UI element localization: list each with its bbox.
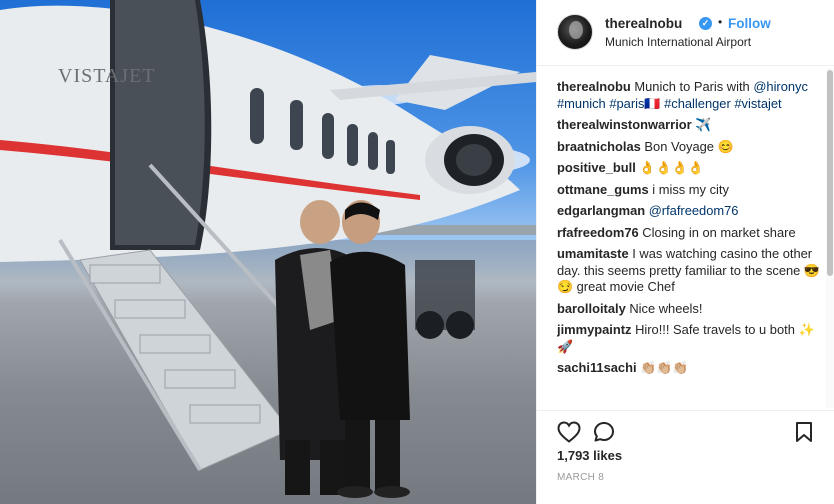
post-header: therealnobu ✓ • Follow Munich Internatio… (537, 0, 834, 66)
comment-item: edgarlangman @rfafreedom76 (557, 203, 827, 220)
comment-icon[interactable] (593, 421, 615, 446)
comment-item: rfafreedom76 Closing in on market share (557, 225, 827, 242)
heart-icon-svg (557, 421, 581, 443)
comment-item: ottmane_gums i miss my city (557, 182, 827, 199)
avatar[interactable] (557, 14, 593, 50)
comment-item: braatnicholas Bon Voyage 😊 (557, 139, 827, 156)
hashtag-paris[interactable]: #paris🇫🇷 (609, 96, 660, 111)
scrollbar-thumb[interactable] (827, 70, 833, 276)
verified-icon: ✓ (699, 17, 712, 30)
comment-text: ✈️ (695, 117, 712, 132)
caption: therealnobu Munich to Paris with @hirony… (557, 79, 827, 112)
location-link[interactable]: Munich International Airport (605, 35, 751, 49)
comment-username[interactable]: rfafreedom76 (557, 225, 639, 240)
comment-icon-svg (594, 422, 614, 442)
comments-scrollbar[interactable] (826, 68, 834, 408)
comment-text: Bon Voyage 😊 (644, 138, 734, 154)
comment-username[interactable]: ottmane_gums (557, 182, 649, 197)
jet-photo-illustration: VISTAJET (0, 0, 536, 504)
comment-text: Closing in on market share (642, 224, 796, 240)
caption-text: Munich to Paris with (634, 79, 750, 94)
comment-username[interactable]: braatnicholas (557, 139, 641, 154)
heart-icon[interactable] (557, 421, 581, 446)
comment-username[interactable]: barolloitaly (557, 301, 626, 316)
comment-text: 👌👌👌👌 (639, 160, 704, 175)
comment-username[interactable]: positive_bull (557, 160, 636, 175)
hashtag-challenger[interactable]: #challenger (664, 96, 731, 111)
separator-dot: • (718, 15, 723, 29)
comment-text: 👏🏼👏🏼👏🏼 (640, 360, 689, 375)
comment-text: Nice wheels! (629, 300, 703, 316)
likes-count[interactable]: 1,793 likes (557, 448, 622, 463)
post-side-panel: therealnobu ✓ • Follow Munich Internatio… (536, 0, 834, 504)
mention-link[interactable]: @hironyc (753, 79, 808, 94)
bookmark-icon-svg (796, 422, 812, 442)
comment-username[interactable]: umamitaste (557, 246, 629, 261)
instagram-post: VISTAJET therealnobu ✓ • Follow Munich I… (0, 0, 834, 504)
comment-username[interactable]: therealwinstonwarrior (557, 117, 692, 132)
follow-button[interactable]: Follow (728, 16, 771, 31)
comment-item: positive_bull 👌👌👌👌 (557, 160, 827, 177)
post-date: MARCH 8 (557, 472, 605, 483)
post-author-username[interactable]: therealnobu (605, 16, 682, 31)
comment-item: therealwinstonwarrior ✈️ (557, 117, 827, 134)
comment-username[interactable]: sachi11sachi (557, 360, 637, 375)
caption-username[interactable]: therealnobu (557, 79, 631, 94)
comment-item: barolloitaly Nice wheels! (557, 301, 827, 318)
post-actions: 1,793 likes MARCH 8 (537, 410, 834, 504)
comment-item: jimmypaintz Hiro!!! Safe travels to u bo… (557, 322, 827, 355)
comment-item: sachi11sachi 👏🏼👏🏼👏🏼 (557, 360, 827, 377)
comment-text: i miss my city (652, 181, 729, 197)
comments-list[interactable]: therealnobu Munich to Paris with @hirony… (557, 79, 827, 409)
comment-item: umamitaste I was watching casino the oth… (557, 246, 827, 296)
bookmark-icon[interactable] (795, 421, 813, 446)
post-photo[interactable]: VISTAJET (0, 0, 536, 504)
comment-mention-link[interactable]: @rfafreedom76 (649, 203, 739, 218)
hashtag-vistajet[interactable]: #vistajet (734, 96, 781, 111)
vistajet-logo: VISTAJET (58, 65, 156, 87)
comment-username[interactable]: jimmypaintz (557, 322, 632, 337)
hashtag-munich[interactable]: #munich (557, 96, 606, 111)
comment-username[interactable]: edgarlangman (557, 203, 645, 218)
